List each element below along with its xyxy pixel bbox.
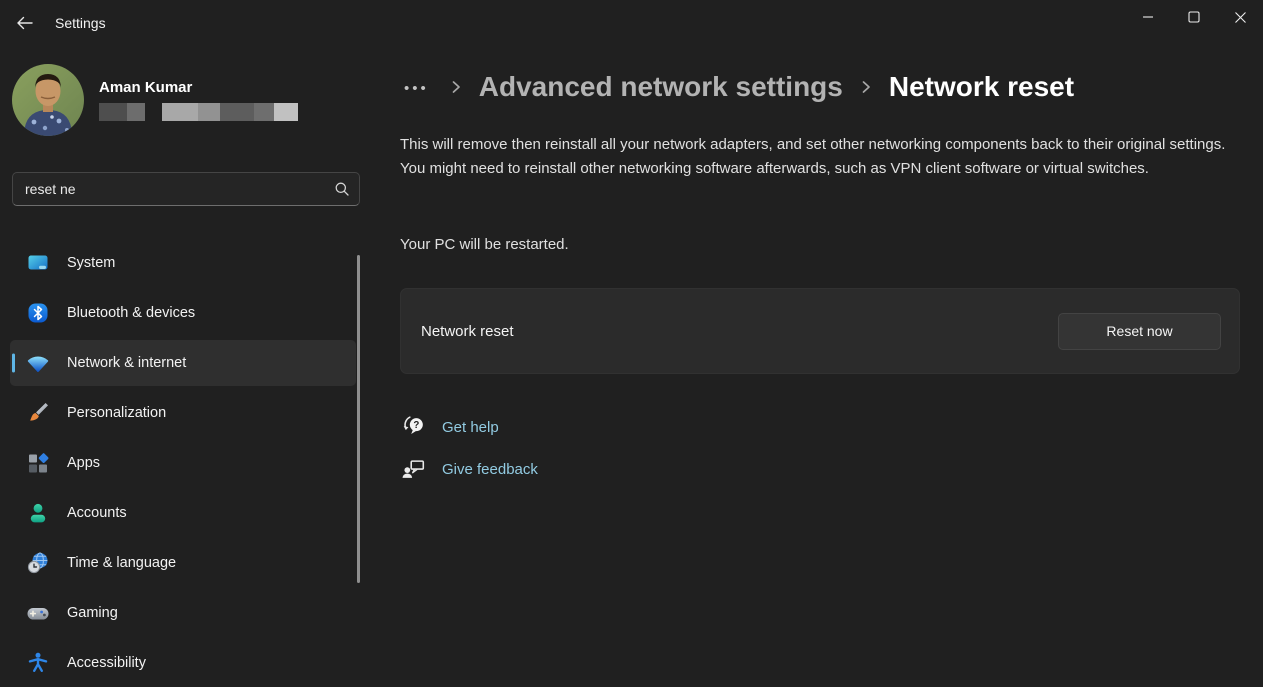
sidebar-item-label: System — [67, 255, 115, 271]
breadcrumb: ••• Advanced network settings Network re… — [400, 64, 1074, 110]
sidebar-item-label: Apps — [67, 455, 100, 471]
sidebar-item-bluetooth-devices[interactable]: Bluetooth & devices — [10, 290, 356, 336]
avatar — [12, 64, 84, 136]
minimize-button[interactable] — [1125, 0, 1171, 34]
maximize-icon — [1188, 11, 1200, 23]
reset-now-button[interactable]: Reset now — [1058, 313, 1221, 350]
bluetooth-icon — [26, 301, 50, 325]
minimize-icon — [1142, 11, 1154, 23]
sidebar-item-label: Gaming — [67, 605, 118, 621]
help-links: ? Get help Give feedback — [400, 412, 538, 496]
give-feedback-row[interactable]: Give feedback — [400, 454, 538, 484]
network-reset-card: Network reset Reset now — [400, 288, 1240, 374]
get-help-row[interactable]: ? Get help — [400, 412, 538, 442]
sidebar-item-apps[interactable]: Apps — [10, 440, 356, 486]
app-title: Settings — [55, 15, 106, 31]
settings-window: Settings — [0, 0, 1263, 687]
apps-grid-icon — [26, 451, 50, 475]
maximize-button[interactable] — [1171, 0, 1217, 34]
sidebar-item-accessibility[interactable]: Accessibility — [10, 640, 356, 686]
search-input[interactable] — [13, 181, 325, 197]
sidebar-item-gaming[interactable]: Gaming — [10, 590, 356, 636]
scrollbar[interactable] — [357, 255, 360, 583]
paintbrush-icon — [26, 401, 50, 425]
page-title: Network reset — [889, 71, 1074, 103]
search-box[interactable] — [12, 172, 360, 206]
display-icon — [26, 251, 50, 275]
chevron-right-icon — [859, 78, 873, 96]
sidebar-item-label: Bluetooth & devices — [67, 305, 195, 321]
window-controls — [1125, 0, 1263, 34]
get-help-link[interactable]: Get help — [442, 419, 499, 436]
search-icon[interactable] — [325, 181, 359, 197]
back-button[interactable] — [8, 8, 40, 38]
breadcrumb-parent[interactable]: Advanced network settings — [479, 71, 843, 103]
sidebar-item-personalization[interactable]: Personalization — [10, 390, 356, 436]
sidebar-item-label: Network & internet — [67, 355, 186, 371]
sidebar-item-system[interactable]: System — [10, 240, 356, 286]
profile-name: Aman Kumar — [99, 79, 298, 96]
close-icon — [1234, 11, 1247, 24]
sidebar-item-time-language[interactable]: Time & language — [10, 540, 356, 586]
sidebar-nav: System Bluetooth & devices Network & int… — [10, 240, 356, 687]
restart-note: Your PC will be restarted. — [400, 236, 569, 253]
close-button[interactable] — [1217, 0, 1263, 34]
person-icon — [26, 501, 50, 525]
accessibility-person-icon — [26, 651, 50, 675]
get-help-icon: ? — [400, 414, 428, 440]
profile[interactable]: Aman Kumar — [12, 64, 298, 136]
selection-indicator — [12, 354, 15, 373]
profile-text: Aman Kumar — [99, 79, 298, 121]
gamepad-icon — [26, 601, 50, 625]
chevron-right-icon — [449, 78, 463, 96]
sidebar-item-label: Accessibility — [67, 655, 146, 671]
back-arrow-icon — [16, 15, 33, 31]
svg-text:?: ? — [413, 420, 419, 431]
sidebar-item-label: Personalization — [67, 405, 166, 421]
sidebar-item-accounts[interactable]: Accounts — [10, 490, 356, 536]
give-feedback-icon — [400, 456, 428, 482]
network-reset-label: Network reset — [421, 323, 514, 340]
sidebar-item-label: Time & language — [67, 555, 176, 571]
redacted-email — [99, 103, 298, 121]
give-feedback-link[interactable]: Give feedback — [442, 461, 538, 478]
wifi-icon — [26, 351, 50, 375]
clock-globe-icon — [26, 551, 50, 575]
sidebar-item-label: Accounts — [67, 505, 127, 521]
sidebar-item-network-internet[interactable]: Network & internet — [10, 340, 356, 386]
breadcrumb-overflow-button[interactable]: ••• — [400, 81, 433, 96]
page-description: This will remove then reinstall all your… — [400, 133, 1243, 180]
